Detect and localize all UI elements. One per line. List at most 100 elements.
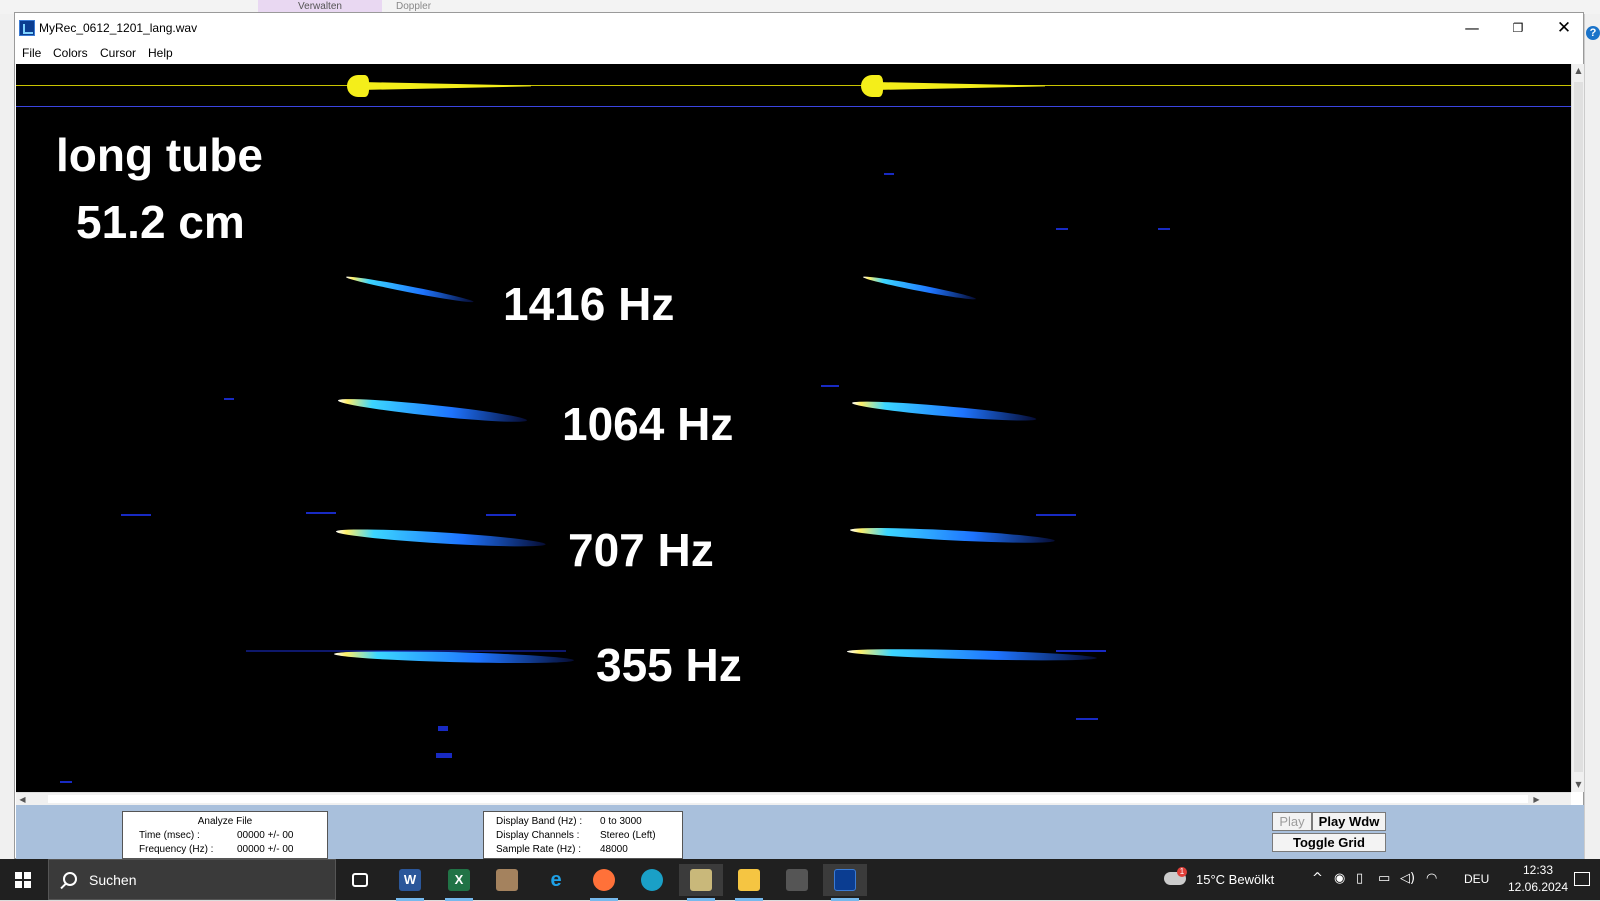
battery-icon[interactable]: ▭ xyxy=(1378,871,1390,886)
windows-logo-icon xyxy=(15,872,31,888)
search-icon xyxy=(63,872,77,886)
horizontal-scrollbar[interactable]: ◀ ▶ xyxy=(16,792,1571,805)
taskbar-word[interactable]: W xyxy=(388,864,432,901)
menu-cursor[interactable]: Cursor xyxy=(100,46,136,60)
status-panel: Analyze File Time (msec) : 00000 +/- 00 … xyxy=(16,805,1584,859)
excel-icon: X xyxy=(448,869,470,891)
usb-icon[interactable]: ▯ xyxy=(1356,871,1363,886)
taskbar-photo-app[interactable] xyxy=(679,864,723,901)
edge-icon xyxy=(641,869,663,891)
task-view-icon xyxy=(352,873,368,887)
background-help-icon: ? xyxy=(1586,26,1600,40)
restore-button[interactable]: ❐ xyxy=(1495,13,1541,43)
word-icon: W xyxy=(399,869,421,891)
noise-speck xyxy=(1056,650,1106,652)
speaker-icon[interactable]: ◁) xyxy=(1400,871,1415,886)
display-band-value: 0 to 3000 xyxy=(600,816,642,827)
taskbar-edge[interactable] xyxy=(630,864,674,896)
harmonic-label-707: 707 Hz xyxy=(568,524,714,576)
noise-speck xyxy=(1076,718,1098,720)
vertical-scroll-thumb[interactable] xyxy=(1574,82,1583,772)
noise-speck xyxy=(486,514,516,516)
noise-speck xyxy=(1036,514,1076,516)
taskbar-firefox[interactable] xyxy=(582,864,626,901)
weather-description: Bewölkt xyxy=(1228,872,1275,887)
harmonic-label-1416: 1416 Hz xyxy=(503,278,675,330)
horizontal-scroll-thumb[interactable] xyxy=(48,795,1528,803)
spectrogram-window: MyRec_0612_1201_lang.wav — ❐ ✕ File Colo… xyxy=(14,12,1584,859)
noise-speck xyxy=(121,514,151,516)
firefox-icon xyxy=(593,869,615,891)
task-view-button[interactable] xyxy=(338,864,382,896)
input-language[interactable]: DEU xyxy=(1464,872,1489,886)
search-placeholder: Suchen xyxy=(89,872,137,888)
meet-now-icon[interactable]: ◉ xyxy=(1334,871,1345,886)
harmonic-streak-707-b xyxy=(849,525,1055,546)
waveform-tail-1 xyxy=(361,82,531,90)
weather-widget[interactable]: 15°C Bewölkt xyxy=(1196,872,1274,887)
waveform-separator xyxy=(16,106,1571,107)
time-label: Time (msec) : xyxy=(139,830,200,841)
taskbar-file-explorer[interactable] xyxy=(727,864,771,901)
display-channels-value: Stereo (Left) xyxy=(600,830,656,841)
frequency-value: 00000 +/- 00 xyxy=(237,844,294,855)
background-window-right xyxy=(1584,14,1600,859)
spectrogram-app-icon xyxy=(834,869,856,891)
menu-bar: File Colors Cursor Help xyxy=(15,43,1583,63)
spectrogram-app-icon xyxy=(19,20,35,36)
chevron-up-icon[interactable]: ^ xyxy=(1312,871,1323,886)
menu-help[interactable]: Help xyxy=(148,46,173,60)
noise-speck xyxy=(438,726,448,731)
noise-speck xyxy=(436,753,452,758)
notification-center-icon[interactable] xyxy=(1574,872,1590,886)
weather-alert-badge: 1 xyxy=(1177,867,1187,877)
play-button[interactable]: Play xyxy=(1272,812,1312,831)
spectrogram-canvas[interactable]: long tube 51.2 cm 1416 Hz 1064 Hz 707 Hz… xyxy=(16,64,1571,792)
scroll-up-arrow-icon[interactable]: ▲ xyxy=(1572,64,1585,77)
toggle-grid-button[interactable]: Toggle Grid xyxy=(1272,833,1386,852)
minimize-button[interactable]: — xyxy=(1449,13,1495,43)
taskbar-media-app[interactable] xyxy=(775,864,819,896)
harmonic-streak-1064-b xyxy=(851,398,1037,425)
taskbar-tool-app[interactable] xyxy=(485,864,529,896)
harmonic-streak-1416-a xyxy=(345,274,475,305)
frequency-label: Frequency (Hz) : xyxy=(139,844,214,855)
harmonic-streak-707-a xyxy=(335,526,546,550)
noise-speck xyxy=(884,173,894,175)
display-channels-label: Display Channels : xyxy=(496,830,580,841)
taskbar-spectrogram-app[interactable] xyxy=(823,864,867,901)
window-title: MyRec_0612_1201_lang.wav xyxy=(39,21,198,35)
play-window-button[interactable]: Play Wdw xyxy=(1312,812,1386,831)
media-app-icon xyxy=(786,869,808,891)
noise-speck xyxy=(1056,228,1068,230)
taskbar-search-box[interactable]: Suchen xyxy=(48,859,336,900)
waveform-tail-2 xyxy=(875,82,1045,90)
vertical-scrollbar[interactable]: ▲ ▼ xyxy=(1571,64,1584,792)
annotation-title: long tube xyxy=(56,129,263,181)
clock-time[interactable]: 12:33 xyxy=(1508,863,1568,877)
wifi-icon[interactable]: ◠ xyxy=(1426,871,1437,886)
clock-date[interactable]: 12.06.2024 xyxy=(1496,880,1580,894)
waveform-baseline xyxy=(16,85,1571,86)
scroll-down-arrow-icon[interactable]: ▼ xyxy=(1572,778,1585,791)
weather-temperature: 15°C xyxy=(1196,872,1226,887)
photo-app-icon xyxy=(690,869,712,891)
title-bar[interactable]: MyRec_0612_1201_lang.wav — ❐ ✕ xyxy=(15,13,1583,43)
taskbar-excel[interactable]: X xyxy=(437,864,481,901)
taskbar-internet-explorer[interactable]: e xyxy=(534,864,578,896)
display-settings-box: Display Band (Hz) : 0 to 3000 Display Ch… xyxy=(483,811,683,859)
harmonic-label-1064: 1064 Hz xyxy=(562,398,734,450)
time-value: 00000 +/- 00 xyxy=(237,830,294,841)
menu-colors[interactable]: Colors xyxy=(53,46,88,60)
system-tray: 1 15°C Bewölkt ^ ◉ ▯ ▭ ◁) ◠ DEU 12:33 12… xyxy=(1160,859,1600,900)
sample-rate-label: Sample Rate (Hz) : xyxy=(496,844,582,855)
harmonic-streak-1064-a xyxy=(337,395,528,426)
analyze-title: Analyze File xyxy=(197,816,253,827)
menu-file[interactable]: File xyxy=(22,46,41,60)
start-button[interactable] xyxy=(0,859,48,900)
harmonic-streak-1416-b xyxy=(862,274,977,302)
harmonic-label-355: 355 Hz xyxy=(596,639,742,691)
noise-speck xyxy=(306,512,336,514)
background-window-left xyxy=(0,14,14,859)
close-button[interactable]: ✕ xyxy=(1541,13,1587,43)
